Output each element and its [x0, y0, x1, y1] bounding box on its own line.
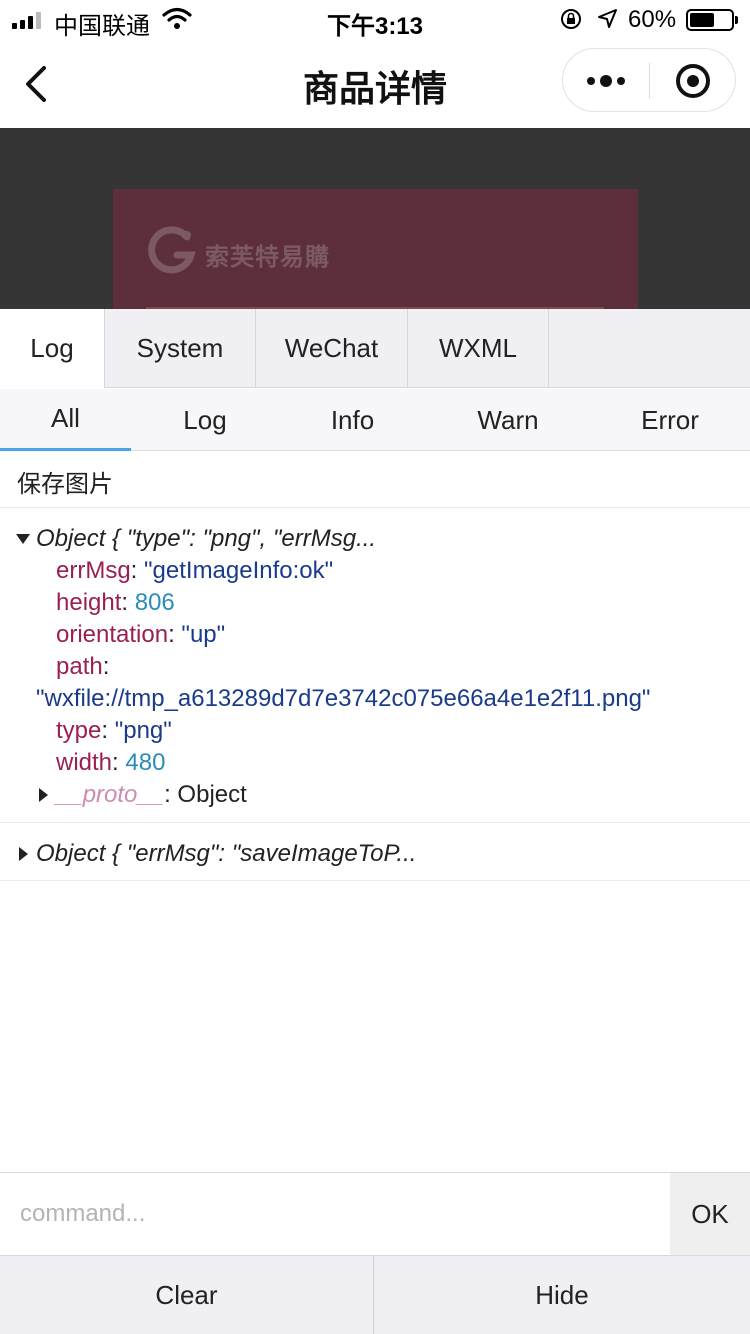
- status-bar: 中国联通 下午3:13 60%: [0, 0, 750, 40]
- expanded-triangle-icon: [16, 534, 30, 544]
- proto-key: __proto__: [56, 781, 165, 808]
- battery-percentage: 60%: [628, 6, 677, 33]
- brand-logo-text: 索芙特易購: [205, 244, 330, 271]
- ok-button[interactable]: OK: [670, 1173, 750, 1255]
- object-toggle[interactable]: Object { "errMsg": "saveImageToP...: [16, 840, 416, 868]
- close-miniprogram-button[interactable]: [650, 49, 736, 113]
- tab-wxml[interactable]: WXML: [408, 309, 549, 388]
- property-value: "up": [181, 621, 226, 648]
- collapsed-triangle-icon: [39, 788, 48, 802]
- object-property: type: "png": [56, 717, 172, 744]
- log-entry: Object { "type": "png", "errMsg... errMs…: [0, 509, 750, 823]
- object-toggle[interactable]: Object { "type": "png", "errMsg...: [16, 525, 376, 553]
- property-key: height: [56, 589, 122, 616]
- page-content-overlay: 索芙特易購: [0, 128, 750, 309]
- command-bar: OK: [0, 1172, 750, 1255]
- object-property: width: 480: [56, 749, 166, 776]
- tab-wechat[interactable]: WeChat: [256, 309, 408, 388]
- collapsed-triangle-icon: [19, 847, 28, 861]
- command-input[interactable]: [0, 1173, 670, 1255]
- object-property: errMsg: "getImageInfo:ok": [56, 557, 334, 584]
- clear-button[interactable]: Clear: [0, 1256, 374, 1334]
- brand-logo-icon: [148, 226, 196, 274]
- more-button[interactable]: [563, 49, 649, 113]
- log-filter-tabs: All Log Info Warn Error: [0, 389, 750, 451]
- battery-fill: [690, 13, 714, 27]
- proto-toggle[interactable]: __proto__: Object: [36, 781, 247, 809]
- filter-all[interactable]: All: [0, 389, 131, 451]
- object-summary: Object { "errMsg": "saveImageToP...: [36, 840, 417, 867]
- nav-bar: 商品详情: [0, 40, 750, 128]
- more-dot-icon: [587, 77, 595, 85]
- object-property: orientation: "up": [56, 621, 226, 648]
- filter-error[interactable]: Error: [590, 389, 750, 451]
- property-value: "getImageInfo:ok": [144, 557, 334, 584]
- log-text: 保存图片: [17, 471, 113, 498]
- log-output: 保存图片 Object { "type": "png", "errMsg... …: [0, 452, 750, 1172]
- orientation-lock-icon: [561, 9, 581, 29]
- filter-log[interactable]: Log: [131, 389, 279, 451]
- property-value: 480: [125, 749, 166, 776]
- log-entry: Object { "errMsg": "saveImageToP...: [0, 824, 750, 881]
- battery-icon: [686, 9, 738, 31]
- object-summary: Object { "type": "png", "errMsg...: [36, 525, 377, 552]
- property-key: type: [56, 717, 102, 744]
- miniprogram-capsule: [562, 48, 736, 112]
- filter-warn[interactable]: Warn: [426, 389, 590, 451]
- property-value: "png": [114, 717, 172, 744]
- tab-log[interactable]: Log: [0, 309, 105, 388]
- target-circle-icon: [676, 64, 710, 98]
- console-main-tabs: Log System WeChat WXML: [0, 309, 750, 388]
- console-actions: Clear Hide: [0, 1255, 750, 1334]
- property-value: 806: [134, 589, 175, 616]
- property-key: width: [56, 749, 113, 776]
- filter-info[interactable]: Info: [279, 389, 426, 451]
- object-property: path:: [56, 653, 110, 680]
- object-property: height: 806: [56, 589, 175, 616]
- property-key: path: [56, 653, 103, 680]
- property-key: errMsg: [56, 557, 131, 584]
- tab-system[interactable]: System: [105, 309, 256, 388]
- property-value: "wxfile://tmp_a613289d7d7e3742c075e66a4e…: [36, 685, 651, 712]
- more-dot-icon: [617, 77, 625, 85]
- more-dot-icon: [600, 75, 612, 87]
- hide-button[interactable]: Hide: [374, 1256, 750, 1334]
- product-poster-image: 索芙特易購: [113, 189, 638, 309]
- location-icon: [598, 9, 617, 28]
- property-key: orientation: [56, 621, 169, 648]
- log-entry: 保存图片: [0, 452, 750, 508]
- proto-value: : Object: [164, 781, 247, 808]
